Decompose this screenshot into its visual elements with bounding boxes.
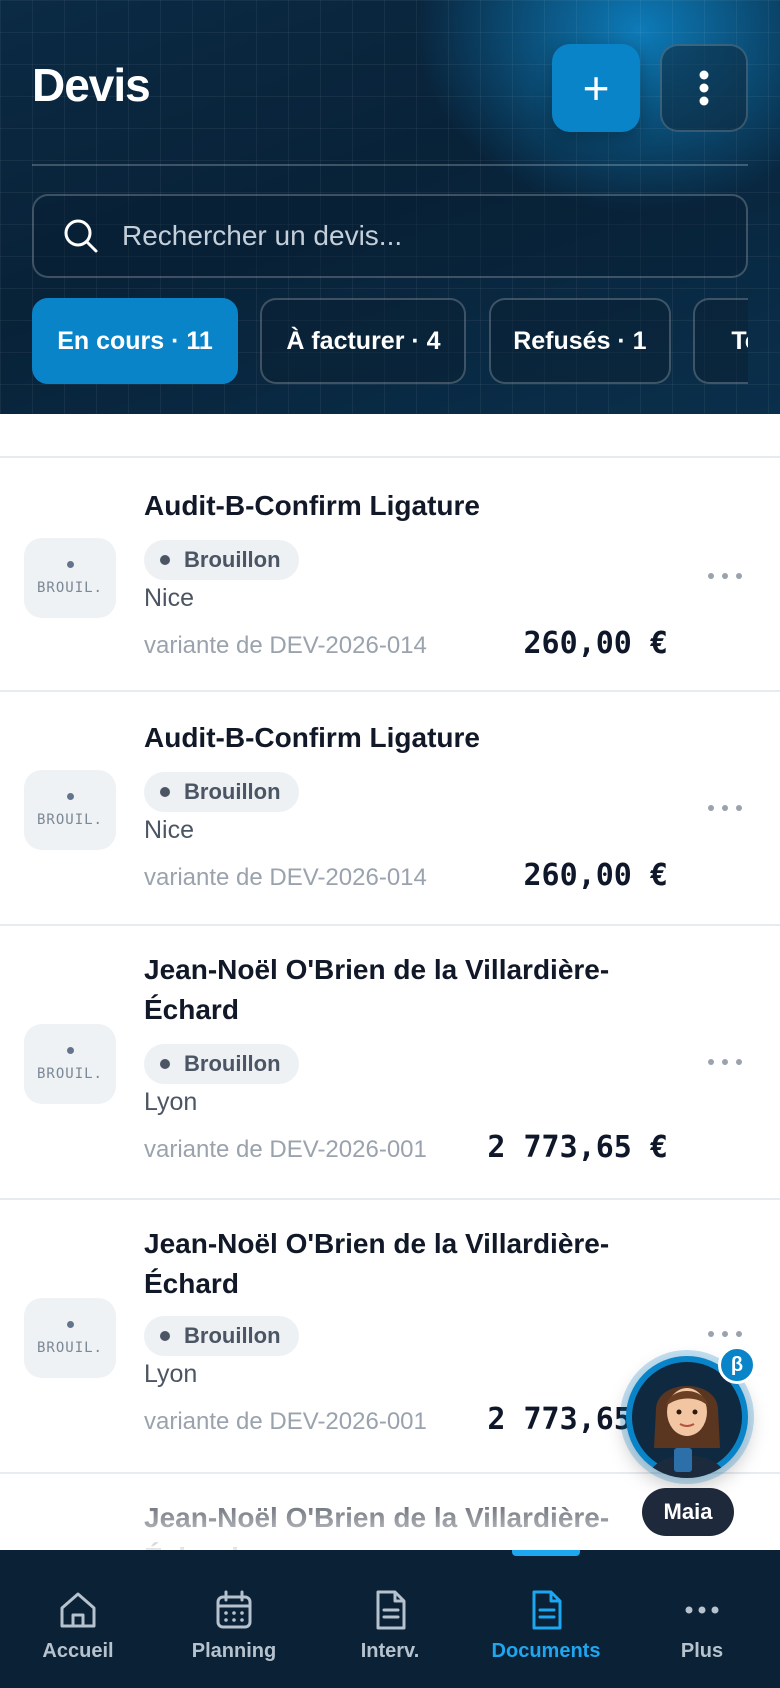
- home-icon: [60, 1592, 96, 1628]
- nav-item-accueil[interactable]: Accueil: [0, 1550, 156, 1688]
- status-dot: [160, 1059, 170, 1069]
- nav-label: Accueil: [42, 1640, 114, 1662]
- quote-city: Lyon: [144, 1088, 198, 1116]
- status-label: Brouillon: [184, 779, 281, 804]
- filter-chips: En cours · 11 À facturer · 4 Refusés · 1…: [32, 298, 748, 388]
- quote-row[interactable]: BROUIL. Audit-B-Confirm Ligature Brouill…: [0, 692, 780, 926]
- search-bar[interactable]: [32, 194, 748, 278]
- filter-chip-tous[interactable]: To: [693, 298, 748, 384]
- quote-title: Jean-Noël O'Brien de la Villardière-Écha…: [144, 1228, 610, 1299]
- nav-label: Documents: [491, 1640, 601, 1662]
- quote-variant: variante de DEV-2026-014: [144, 864, 427, 891]
- vertical-dots-icon: [699, 70, 709, 106]
- quote-amount: 260,00 €: [523, 626, 669, 661]
- filter-chip-a-facturer[interactable]: À facturer · 4: [260, 298, 467, 384]
- maia-label[interactable]: Maia: [642, 1488, 734, 1536]
- status-badge: Brouillon: [144, 540, 299, 580]
- list-top-spacer: [0, 414, 780, 458]
- page-title: Devis: [32, 59, 151, 111]
- status-dot: [160, 555, 170, 565]
- status-badge: Brouillon: [144, 1316, 299, 1356]
- thumb-label: BROUIL.: [36, 1339, 103, 1356]
- row-more-icon[interactable]: [708, 1052, 742, 1072]
- nav-item-plus[interactable]: Plus: [624, 1550, 780, 1688]
- bottom-nav: Accueil Planning Interv. Documents Plus: [0, 1550, 780, 1688]
- thumb-label: BROUIL.: [36, 579, 103, 596]
- status-dot: [160, 1331, 170, 1341]
- header-divider: [32, 164, 748, 166]
- thumb-label: BROUIL.: [36, 811, 103, 828]
- file-icon: [376, 1590, 406, 1630]
- status-badge: Brouillon: [144, 772, 299, 812]
- quote-title: Jean-Noël O'Brien de la Villardière-Écha…: [144, 1502, 610, 1550]
- quote-city: Nice: [144, 816, 195, 844]
- search-icon: [64, 219, 98, 253]
- quote-thumbnail: BROUIL.: [24, 538, 116, 618]
- filter-chip-en-cours[interactable]: En cours · 11: [32, 298, 238, 384]
- nav-label: Plus: [680, 1640, 724, 1662]
- calendar-icon: [216, 1590, 252, 1629]
- document-icon: [532, 1590, 562, 1630]
- thumb-label: BROUIL.: [36, 1065, 103, 1082]
- quote-city: Lyon: [144, 1360, 198, 1388]
- quote-variant: variante de DEV-2026-001: [144, 1408, 427, 1435]
- quote-thumbnail: BROUIL.: [24, 1298, 116, 1378]
- nav-label: Planning: [191, 1640, 277, 1662]
- thumb-dot: [66, 1320, 74, 1328]
- quote-thumbnail: BROUIL.: [24, 1024, 116, 1104]
- status-label: Brouillon: [184, 1323, 281, 1348]
- status-label: Brouillon: [184, 1051, 281, 1076]
- thumb-dot: [66, 560, 74, 568]
- search-input[interactable]: [122, 220, 722, 252]
- nav-item-interv[interactable]: Interv.: [312, 1550, 468, 1688]
- nav-item-documents[interactable]: Documents: [468, 1550, 624, 1688]
- quote-amount: 260,00 €: [523, 858, 669, 893]
- quote-variant: variante de DEV-2026-001: [144, 1136, 427, 1163]
- nav-item-planning[interactable]: Planning: [156, 1550, 312, 1688]
- more-options-button[interactable]: [660, 44, 748, 132]
- quote-variant: variante de DEV-2026-014: [144, 632, 427, 659]
- quote-thumbnail: BROUIL.: [24, 770, 116, 850]
- row-more-icon[interactable]: [708, 566, 742, 586]
- quote-amount: 2 773,65 €: [487, 1130, 668, 1165]
- row-more-icon[interactable]: [708, 798, 742, 818]
- status-dot: [160, 787, 170, 797]
- quote-city: Nice: [144, 584, 195, 612]
- thumb-dot: [66, 792, 74, 800]
- quote-row[interactable]: BROUIL. Audit-B-Confirm Ligature Brouill…: [0, 458, 780, 692]
- status-badge: Brouillon: [144, 1044, 299, 1084]
- more-icon: [685, 1606, 719, 1614]
- quote-title: Audit-B-Confirm Ligature: [144, 722, 480, 753]
- filter-chip-refuses[interactable]: Refusés · 1: [488, 298, 671, 384]
- beta-badge: β: [718, 1346, 756, 1384]
- nav-label: Interv.: [360, 1640, 420, 1662]
- quote-title: Audit-B-Confirm Ligature: [144, 490, 480, 521]
- quote-row[interactable]: BROUIL. Jean-Noël O'Brien de la Villardi…: [0, 926, 780, 1200]
- thumb-dot: [66, 1046, 74, 1054]
- quote-title: Jean-Noël O'Brien de la Villardière-Écha…: [144, 954, 610, 1025]
- header: Devis + En cours · 11 À facturer · 4 Ref…: [0, 0, 780, 414]
- row-more-icon[interactable]: [708, 1324, 742, 1344]
- status-label: Brouillon: [184, 547, 281, 572]
- add-quote-button[interactable]: +: [552, 44, 640, 132]
